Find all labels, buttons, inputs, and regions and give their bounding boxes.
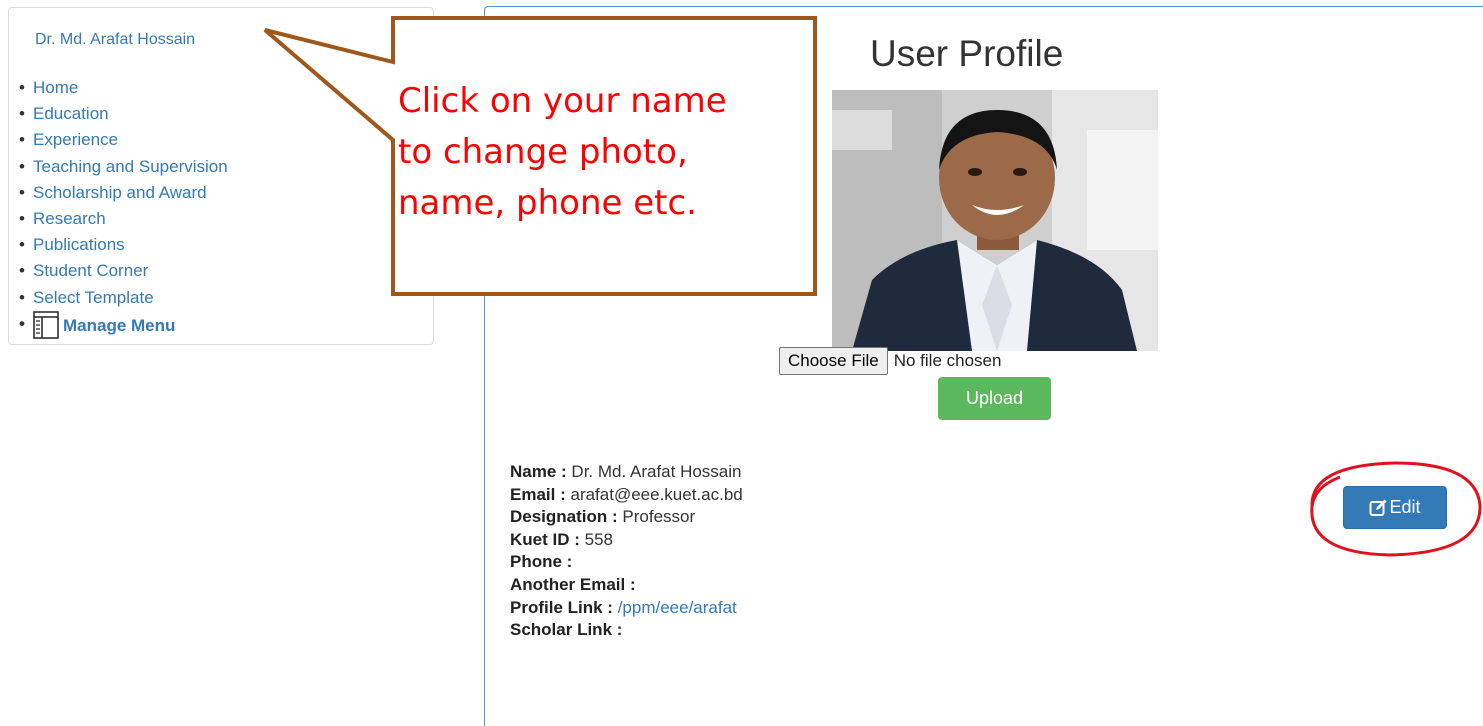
sidebar-item-label[interactable]: Teaching and Supervision: [33, 157, 228, 176]
sidebar-user-name-link[interactable]: Dr. Md. Arafat Hossain: [35, 31, 195, 49]
upload-button[interactable]: Upload: [938, 377, 1051, 420]
sidebar-item-research[interactable]: Research: [19, 206, 228, 232]
sidebar-item-home[interactable]: Home: [19, 75, 228, 101]
profile-kuet-id-row: Kuet ID : 558: [510, 529, 743, 552]
sidebar-item-manage-menu[interactable]: Manage Menu: [19, 310, 228, 339]
sidebar-item-label[interactable]: Home: [33, 78, 78, 97]
profile-scholar-link-row: Scholar Link :: [510, 619, 743, 642]
name-label: Name :: [510, 462, 567, 481]
file-status-text: No file chosen: [893, 351, 1002, 370]
page-title: User Profile: [870, 33, 1064, 74]
profile-designation-row: Designation : Professor: [510, 506, 743, 529]
profile-photo-image: [832, 90, 1158, 351]
menu-document-icon: [33, 310, 59, 339]
choose-file-button[interactable]: Choose File: [779, 347, 888, 375]
edit-button-label: Edit: [1389, 497, 1421, 517]
file-input[interactable]: Choose File No file chosen: [779, 346, 1001, 376]
sidebar-item-label[interactable]: Education: [33, 104, 109, 123]
profile-photo: [832, 90, 1158, 351]
sidebar-item-education[interactable]: Education: [19, 101, 228, 127]
kuet-id-value: 558: [584, 529, 613, 549]
sidebar-item-label[interactable]: Research: [33, 209, 106, 228]
profile-phone-row: Phone :: [510, 551, 743, 574]
sidebar-item-label[interactable]: Scholarship and Award: [33, 183, 207, 202]
sidebar-item-select-template[interactable]: Select Template: [19, 285, 228, 311]
phone-label: Phone :: [510, 552, 573, 572]
name-value: Dr. Md. Arafat Hossain: [571, 462, 742, 481]
sidebar-item-label[interactable]: Experience: [33, 130, 118, 149]
profile-email-row: Email : arafat@eee.kuet.ac.bd: [510, 484, 743, 507]
another-email-label: Another Email :: [510, 574, 636, 594]
profile-details: Name : Dr. Md. Arafat Hossain Email : ar…: [510, 461, 743, 642]
sidebar-menu: Home Education Experience Teaching and S…: [9, 75, 228, 339]
email-value: arafat@eee.kuet.ac.bd: [570, 484, 743, 504]
designation-label: Designation :: [510, 507, 618, 527]
annotation-text: Click on your name to change photo, name…: [398, 76, 818, 229]
annotation-line: to change photo,: [398, 132, 688, 172]
profile-another-email-row: Another Email :: [510, 574, 743, 597]
sidebar-item-experience[interactable]: Experience: [19, 127, 228, 153]
edit-icon: [1369, 499, 1387, 516]
sidebar-item-label[interactable]: Student Corner: [33, 261, 148, 280]
sidebar-item-label[interactable]: Publications: [33, 235, 125, 254]
sidebar-panel: Dr. Md. Arafat Hossain Home Education Ex…: [8, 7, 434, 345]
annotation-line: Click on your name: [398, 81, 727, 121]
designation-value: Professor: [622, 507, 696, 527]
sidebar-item-student-corner[interactable]: Student Corner: [19, 258, 228, 284]
sidebar-item-teaching[interactable]: Teaching and Supervision: [19, 154, 228, 180]
profile-link-row: Profile Link : /ppm/eee/arafat: [510, 597, 743, 620]
profile-link-label: Profile Link :: [510, 597, 613, 617]
edit-button[interactable]: Edit: [1343, 486, 1447, 529]
email-label: Email :: [510, 484, 566, 504]
sidebar-item-label[interactable]: Select Template: [33, 288, 154, 307]
profile-name-row: Name : Dr. Md. Arafat Hossain: [510, 461, 743, 484]
sidebar-item-label[interactable]: Manage Menu: [63, 316, 175, 335]
scholar-link-label: Scholar Link :: [510, 620, 623, 640]
sidebar-item-scholarship[interactable]: Scholarship and Award: [19, 180, 228, 206]
sidebar-item-publications[interactable]: Publications: [19, 232, 228, 258]
kuet-id-label: Kuet ID :: [510, 529, 580, 549]
annotation-line: name, phone etc.: [398, 183, 697, 223]
profile-link-value[interactable]: /ppm/eee/arafat: [618, 598, 737, 617]
